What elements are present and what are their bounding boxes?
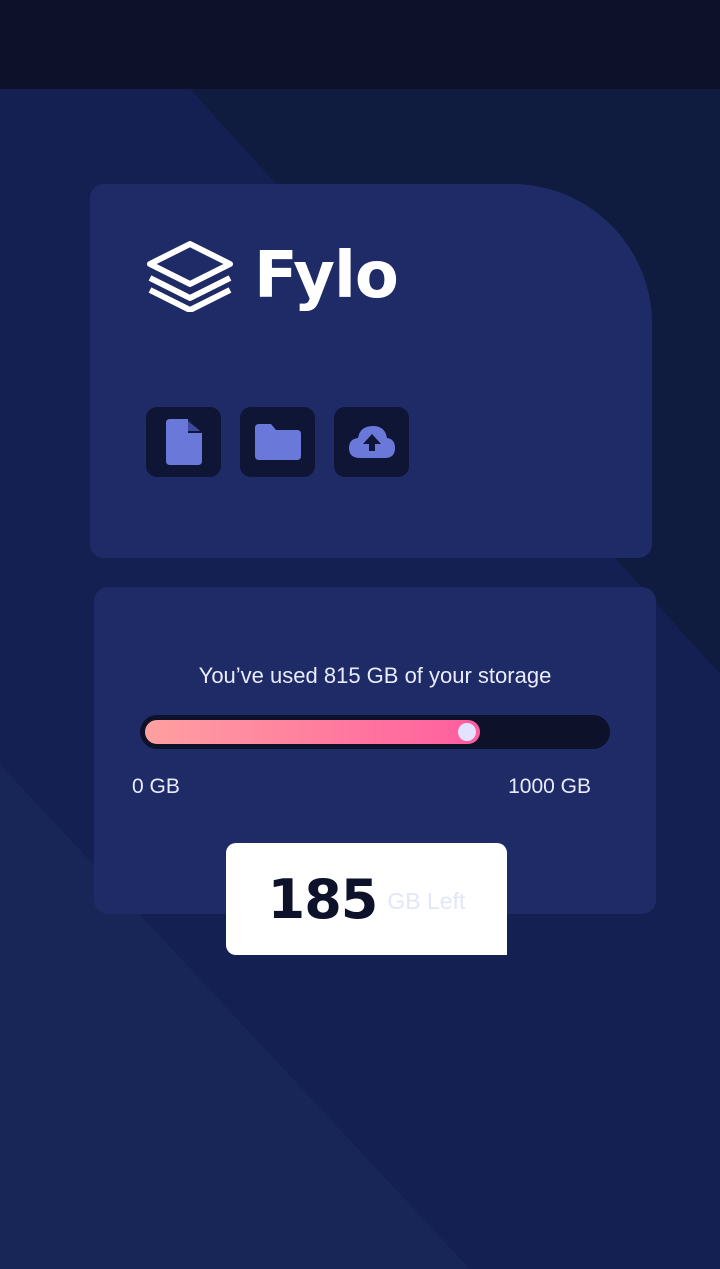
document-button[interactable] (146, 407, 221, 477)
document-icon (165, 419, 202, 465)
storage-left-unit: GB Left (387, 887, 466, 914)
storage-meter (140, 715, 610, 749)
storage-usage-text: You’ve used 815 GB of your storage (198, 663, 552, 688)
upload-button[interactable] (334, 407, 409, 477)
stack-logo-icon (147, 241, 233, 312)
meter-max-label: 1000 GB (508, 775, 591, 798)
fylo-logo: Fylo (146, 239, 399, 313)
meter-min-label: 0 GB (132, 775, 180, 798)
folder-icon (254, 424, 301, 460)
storage-meter-fill (143, 718, 482, 746)
cloud-upload-icon (348, 426, 395, 458)
storage-left-value: 185 (267, 867, 379, 931)
storage-meter-thumb (458, 723, 476, 741)
top-bar (0, 0, 720, 89)
folder-button[interactable] (240, 407, 315, 477)
page-background: Fylo You’ve used 815 GB of your storage … (0, 89, 720, 1269)
file-actions (146, 407, 409, 477)
storage-left-badge: 185 GB Left (226, 843, 507, 955)
logo-wordmark: Fylo (254, 239, 399, 313)
logo-card: Fylo (90, 184, 652, 558)
